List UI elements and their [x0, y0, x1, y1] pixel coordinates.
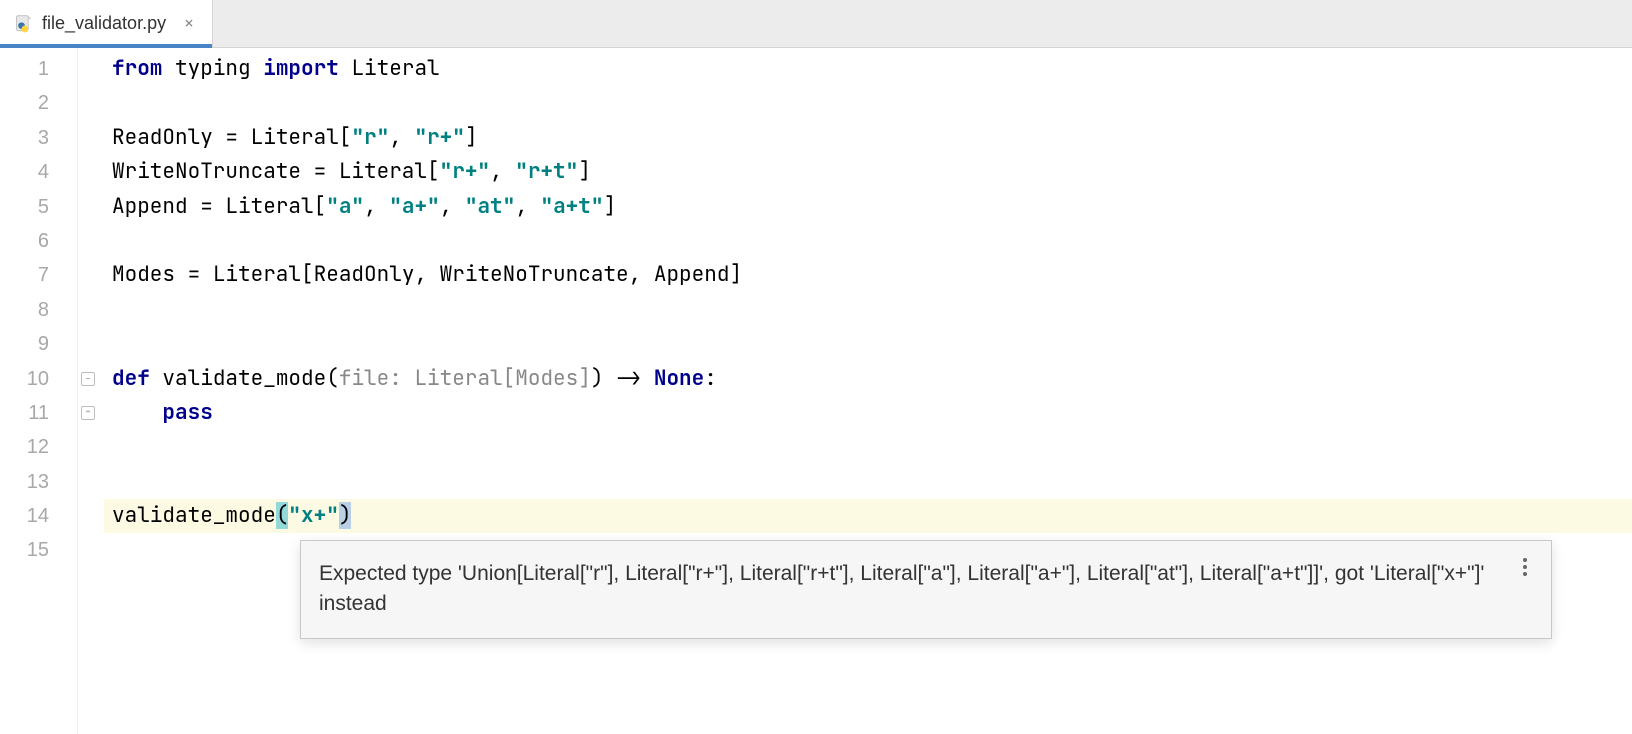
fold-toggle-icon[interactable]: − — [81, 372, 95, 386]
code-line[interactable] — [104, 327, 1632, 361]
line-number: 1 — [0, 52, 77, 86]
fold-end-icon[interactable]: ⌃ — [81, 406, 95, 420]
line-number-gutter: 1 2 3 4 5 6 7 8 9 10 11 12 13 14 15 — [0, 48, 78, 734]
line-number: 5 — [0, 190, 77, 224]
code-line[interactable] — [104, 293, 1632, 327]
code-line-active[interactable]: validate_mode("x+") — [104, 499, 1632, 533]
line-number: 6 — [0, 224, 77, 258]
code-line[interactable] — [104, 86, 1632, 120]
code-line[interactable]: WriteNoTruncate = Literal["r+", "r+t"] — [104, 155, 1632, 189]
line-number: 10 — [0, 362, 77, 396]
line-number: 4 — [0, 155, 77, 189]
code-line[interactable]: def validate_mode(file: Literal[Modes]) … — [104, 362, 1632, 396]
type-error-tooltip: Expected type 'Union[Literal["r"], Liter… — [300, 540, 1552, 639]
tooltip-message: Expected type 'Union[Literal["r"], Liter… — [319, 562, 1484, 615]
line-number: 12 — [0, 430, 77, 464]
line-number: 2 — [0, 86, 77, 120]
line-number: 13 — [0, 465, 77, 499]
tab-filename: file_validator.py — [42, 13, 166, 34]
code-line[interactable]: Append = Literal["a", "a+", "at", "a+t"] — [104, 190, 1632, 224]
line-number: 3 — [0, 121, 77, 155]
line-number: 14 — [0, 499, 77, 533]
tab-bar: file_validator.py × — [0, 0, 1632, 48]
code-line[interactable]: from typing import Literal — [104, 52, 1632, 86]
code-line[interactable]: Modes = Literal[ReadOnly, WriteNoTruncat… — [104, 258, 1632, 292]
close-tab-icon[interactable]: × — [180, 15, 198, 33]
line-number: 11 — [0, 396, 77, 430]
line-number: 9 — [0, 327, 77, 361]
code-line[interactable]: pass — [104, 396, 1632, 430]
line-number: 15 — [0, 533, 77, 567]
code-line[interactable] — [104, 224, 1632, 258]
line-number: 8 — [0, 293, 77, 327]
tab-file-validator[interactable]: file_validator.py × — [0, 0, 213, 47]
fold-gutter: − ⌃ — [78, 48, 104, 734]
python-file-icon — [14, 14, 34, 34]
tooltip-more-actions-icon[interactable] — [1513, 555, 1537, 579]
code-line[interactable] — [104, 430, 1632, 464]
line-number: 7 — [0, 258, 77, 292]
code-line[interactable] — [104, 465, 1632, 499]
code-line[interactable]: ReadOnly = Literal["r", "r+"] — [104, 121, 1632, 155]
